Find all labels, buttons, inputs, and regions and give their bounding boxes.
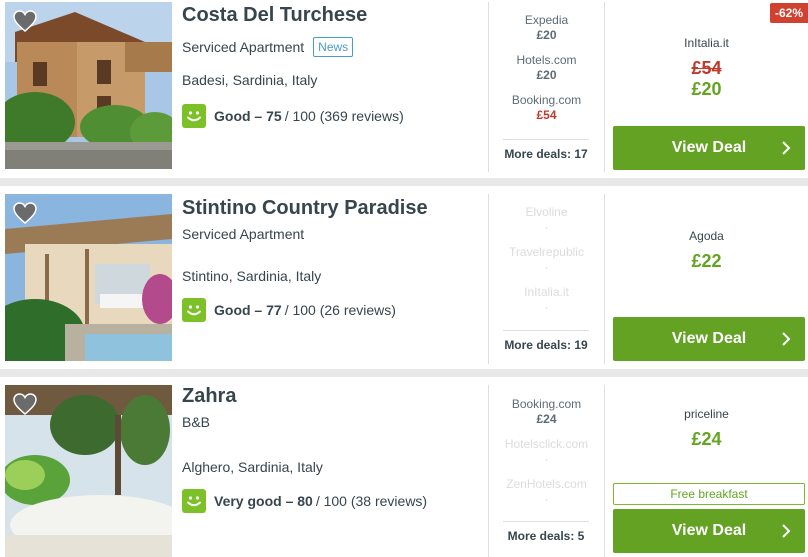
old-price: £54 [691,58,722,78]
hotel-card: Zahra B&B Alghero, Sardinia, Italy Very … [0,377,808,557]
deal-site: Booking.com [511,397,582,411]
deal-list: Elvoline - Travelrepublic - InItalia.it … [489,205,604,325]
deal-price: - [544,220,549,234]
best-deal: Agoda £22 [605,229,808,272]
hotel-rating: Good – 77 / 100 (26 reviews) [182,298,396,322]
chevron-right-icon [782,524,791,538]
smiley-icon [182,298,206,322]
heart-icon[interactable] [13,10,37,32]
best-price: £20 [691,79,722,99]
deal-list: Expedia £20 Hotels.com £20 Booking.com £… [489,13,604,133]
deal-item[interactable]: Elvoline - [489,205,604,245]
hotel-name[interactable]: Zahra [182,385,482,408]
deal-site: ZenHotels.com [506,477,587,491]
discount-badge: -62% [769,3,808,23]
hotel-name[interactable]: Costa Del Turchese [182,4,482,27]
hotel-type: Serviced Apartment [182,39,305,55]
rating-details: / 100 (38 reviews) [315,493,428,509]
deal-item[interactable]: ZenHotels.com - [489,477,604,517]
deal-price: £20 [536,68,557,82]
rating-label: Good – 75 [214,108,282,124]
deal-site: Hotelsclick.com [504,437,589,451]
more-deals-link[interactable]: More deals: 5 [503,521,589,543]
divider [604,194,605,364]
deal-site: Hotels.com [516,53,577,67]
rating-label: Very good – 80 [214,493,313,509]
deal-site: InItalia.it [524,285,569,299]
hotel-photo[interactable] [5,2,172,169]
best-deal: InItalia.it £54 £20 [605,36,808,100]
deal-price: - [544,300,549,314]
deal-item[interactable]: Booking.com £54 [489,93,604,133]
deal-list: Booking.com £24 Hotelsclick.com - ZenHot… [489,397,604,517]
hotel-photo[interactable] [5,385,172,557]
hotel-type-line: Serviced Apartment [182,226,482,242]
hotel-location: Stintino, Sardinia, Italy [182,268,322,284]
smiley-icon [182,489,206,513]
view-deal-button[interactable]: View Deal [613,126,805,170]
hotel-card: Costa Del Turchese Serviced Apartment Ne… [0,0,808,178]
best-provider: priceline [684,407,729,421]
hotel-type: B&B [182,414,211,430]
deal-item[interactable]: Booking.com £24 [489,397,604,437]
view-deal-label: View Deal [671,139,747,156]
heart-icon[interactable] [13,202,37,224]
hotel-photo[interactable] [5,194,172,361]
hotel-info: Stintino Country Paradise Serviced Apart… [182,194,482,322]
view-deal-label: View Deal [671,330,747,347]
deal-price: - [544,492,549,506]
view-deal-label: View Deal [671,522,747,539]
best-price: £22 [691,251,722,271]
hotel-card: Stintino Country Paradise Serviced Apart… [0,186,808,369]
heart-icon[interactable] [13,393,37,415]
view-deal-button[interactable]: View Deal [613,317,805,361]
more-deals-link[interactable]: More deals: 19 [503,330,589,352]
chevron-right-icon [782,332,791,346]
hotel-info: Costa Del Turchese Serviced Apartment Ne… [182,0,482,128]
best-price: £24 [691,429,722,449]
deal-site: Elvoline [525,205,568,219]
best-provider: InItalia.it [684,36,729,50]
hotel-location: Alghero, Sardinia, Italy [182,459,323,475]
deal-item[interactable]: Travelrepublic - [489,245,604,285]
hotel-rating: Very good – 80 / 100 (38 reviews) [182,489,427,513]
deal-price: - [544,452,549,466]
deal-site: Expedia [524,13,569,27]
hotel-type-line: B&B [182,414,482,430]
hotel-type-line: Serviced Apartment News [182,37,482,57]
deal-price: £24 [536,412,557,426]
deal-item[interactable]: Hotels.com £20 [489,53,604,93]
more-deals-link[interactable]: More deals: 17 [503,139,589,161]
news-badge[interactable]: News [313,37,354,57]
hotel-type: Serviced Apartment [182,226,305,242]
hotel-name[interactable]: Stintino Country Paradise [182,197,482,220]
deal-item[interactable]: Expedia £20 [489,13,604,53]
hotel-rating: Good – 75 / 100 (369 reviews) [182,104,404,128]
chevron-right-icon [782,141,791,155]
deal-price: - [544,260,549,274]
rating-label: Good – 77 [214,302,282,318]
best-deal: priceline £24 [605,407,808,450]
deal-price: £54 [536,108,557,122]
rating-details: / 100 (26 reviews) [284,302,396,318]
rating-details: / 100 (369 reviews) [284,108,404,124]
deal-site: Travelrepublic [509,245,584,259]
deal-price: £20 [536,28,557,42]
deal-site: Booking.com [511,93,582,107]
best-provider: Agoda [689,229,724,243]
smiley-icon [182,104,206,128]
hotel-location: Badesi, Sardinia, Italy [182,72,318,88]
view-deal-button[interactable]: View Deal [613,509,805,553]
hotel-info: Zahra B&B Alghero, Sardinia, Italy Very … [182,385,482,513]
free-breakfast-badge: Free breakfast [613,483,805,505]
deal-item[interactable]: Hotelsclick.com - [489,437,604,477]
deal-item[interactable]: InItalia.it - [489,285,604,325]
